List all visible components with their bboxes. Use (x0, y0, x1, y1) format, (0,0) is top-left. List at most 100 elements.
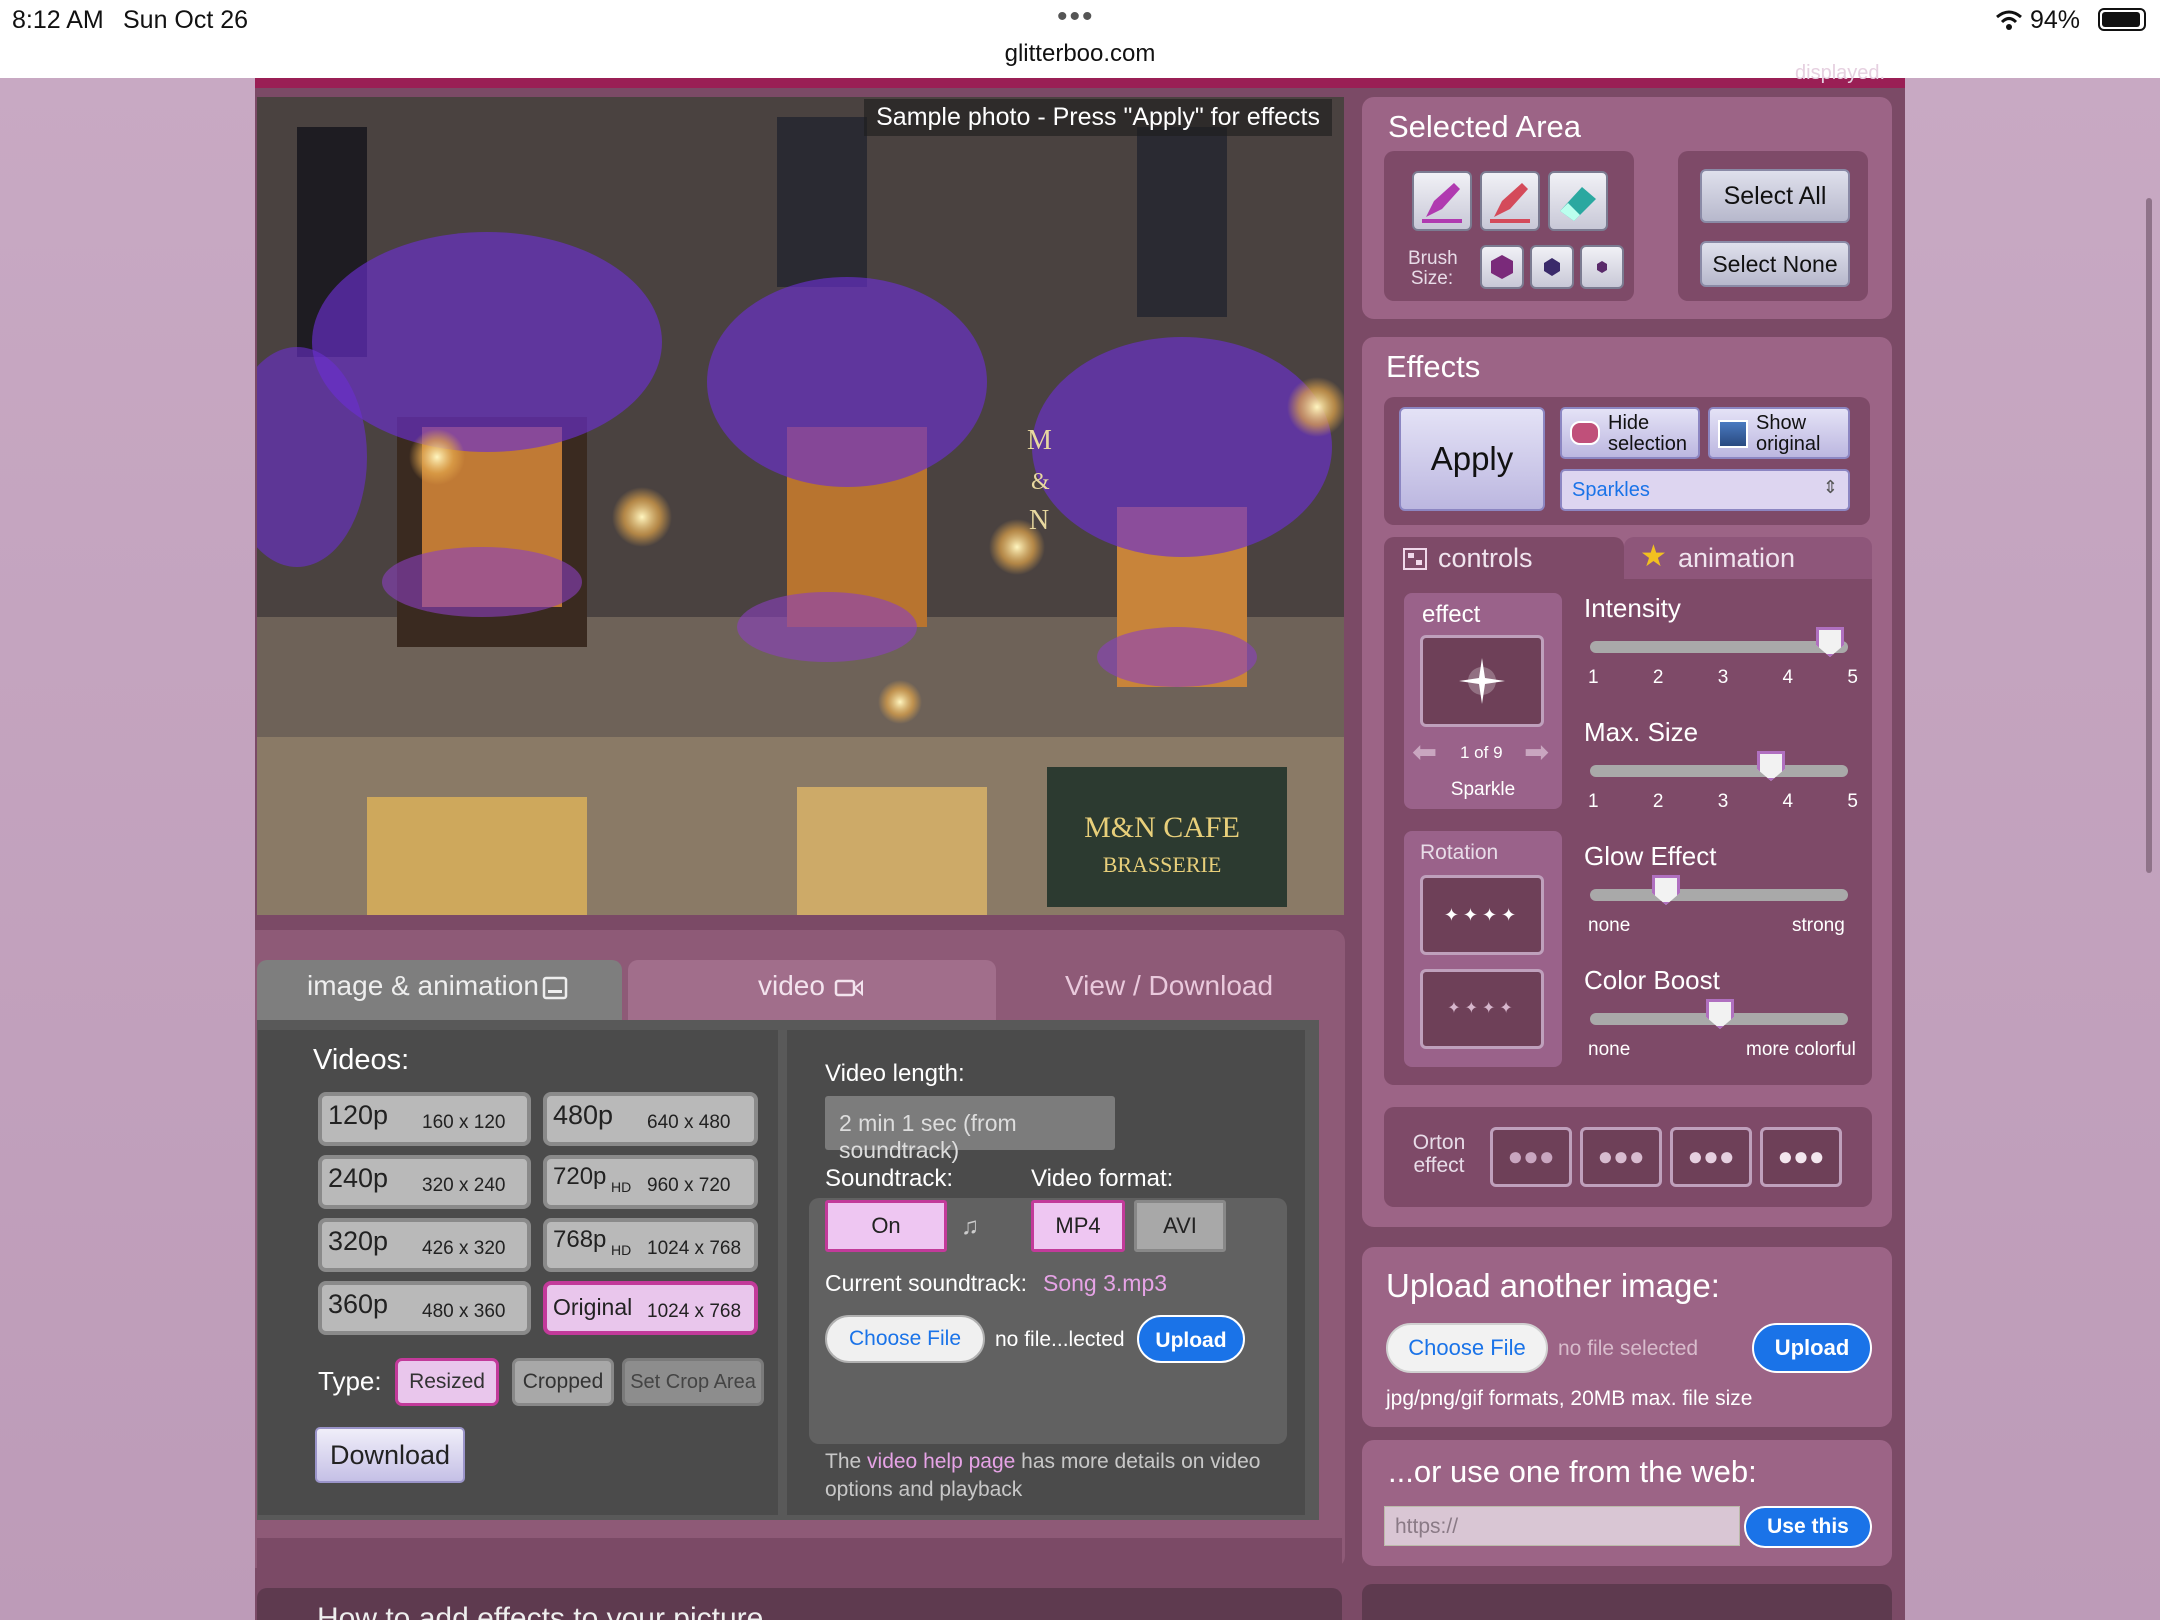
selected-area-title: Selected Area (1388, 109, 1582, 144)
photo-caption: Sample photo - Press "Apply" for effects (864, 99, 1332, 136)
web-panel: ...or use one from the web: https:// Use… (1362, 1440, 1892, 1566)
video-help-link[interactable]: video help page (867, 1450, 1015, 1473)
spacer (257, 1538, 1342, 1568)
rotation-option-2[interactable]: ✦✦✦✦ (1420, 969, 1544, 1049)
slider-glow-max: strong (1792, 915, 1845, 936)
bottom-right-section (1362, 1584, 1892, 1620)
show-original-label: Show original (1756, 412, 1821, 455)
effect-selector: effect ⬅ 1 of 9 ➡ Sparkle (1404, 593, 1562, 809)
tab-image-animation[interactable]: image & animation (257, 960, 622, 1020)
res-original-button[interactable]: Original 1024 x 768 (543, 1281, 758, 1335)
res-768p-button[interactable]: 768p HD 1024 x 768 (543, 1218, 758, 1272)
svg-text:M&N CAFE: M&N CAFE (1084, 811, 1240, 844)
brush-size-medium-icon[interactable] (1530, 245, 1574, 289)
orton-box: Orton effect ●●● ●●● ●●● ●●● (1384, 1107, 1872, 1207)
res-240p-button[interactable]: 240p 320 x 240 (318, 1155, 531, 1209)
brush-paint-purple-icon[interactable] (1412, 171, 1472, 231)
how-to-section: How to add effects to your picture (257, 1588, 1342, 1620)
slider-maxsize-ticks: 12345 (1588, 791, 1858, 812)
select-none-button[interactable]: Select None (1700, 241, 1850, 287)
format-mp4-button[interactable]: MP4 (1031, 1200, 1125, 1252)
res-480p-button[interactable]: 480p 640 x 480 (543, 1092, 758, 1146)
slider-colorboost-min: none (1588, 1039, 1631, 1060)
slider-maxsize-track[interactable] (1590, 765, 1848, 777)
web-title: ...or use one from the web: (1388, 1454, 1757, 1489)
brush-size-label: Brush Size: (1408, 248, 1458, 289)
brush-paint-red-icon[interactable] (1480, 171, 1540, 231)
eraser-icon[interactable] (1548, 171, 1608, 231)
res-360p-button[interactable]: 360p 480 x 360 (318, 1281, 531, 1335)
effect-dropdown[interactable]: Sparkles ⇕ (1560, 469, 1850, 511)
hide-selection-button[interactable]: Hide selection (1560, 407, 1700, 459)
type-cropped-button[interactable]: Cropped (512, 1358, 614, 1406)
upload-note: jpg/png/gif formats, 20MB max. file size (1386, 1387, 1753, 1410)
rotation-label: Rotation (1420, 841, 1499, 864)
video-camera-icon (834, 979, 863, 997)
controls-icon (1403, 548, 1427, 570)
battery-percent: 94% (2030, 6, 2081, 34)
next-effect-arrow-icon[interactable]: ➡ (1524, 735, 1549, 770)
more-dots-icon[interactable]: ••• (1057, 0, 1095, 34)
upload-button[interactable]: Upload (1752, 1323, 1872, 1373)
res-120p-button[interactable]: 120p 160 x 120 (318, 1092, 531, 1146)
top-cut-text: displayed. (1795, 62, 1886, 84)
brush-size-small-icon[interactable] (1580, 245, 1624, 289)
brush-size-large-icon[interactable] (1480, 245, 1524, 289)
use-this-button[interactable]: Use this (1744, 1506, 1872, 1548)
tab-video[interactable]: video (628, 960, 996, 1020)
web-url-input[interactable]: https:// (1384, 1506, 1740, 1546)
url-label[interactable]: glitterboo.com (1000, 40, 1160, 68)
res-720p-button[interactable]: 720p HD 960 x 720 (543, 1155, 758, 1209)
upload-no-file: no file selected (1558, 1337, 1699, 1360)
format-avi-button[interactable]: AVI (1134, 1200, 1226, 1252)
show-original-button[interactable]: Show original (1708, 407, 1850, 459)
orton-label: Orton effect (1412, 1131, 1466, 1177)
select-all-button[interactable]: Select All (1700, 169, 1850, 223)
set-crop-area-button[interactable]: Set Crop Area (622, 1358, 764, 1406)
soundtrack-on-button[interactable]: On (825, 1200, 947, 1252)
photo[interactable]: M&N CAFE BRASSERIE M & N Sample photo - … (257, 97, 1344, 915)
soundtrack-no-file: no file...lected (995, 1328, 1125, 1351)
selection-box: Select All Select None (1678, 151, 1868, 301)
tab-view-download[interactable]: View / Download (1000, 960, 1320, 1020)
orton-option-4[interactable]: ●●● (1760, 1127, 1842, 1187)
apply-box: Apply Hide selection Show original Spark… (1384, 397, 1870, 525)
effect-label: effect (1422, 601, 1481, 628)
effect-dropdown-value: Sparkles (1572, 479, 1650, 501)
orton-option-2[interactable]: ●●● (1580, 1127, 1662, 1187)
slider-intensity-track[interactable] (1590, 641, 1848, 653)
tab-controls[interactable]: controls (1384, 537, 1624, 579)
type-label: Type: (318, 1366, 382, 1396)
photo-image: M&N CAFE BRASSERIE M & N (257, 97, 1344, 915)
tab-animation[interactable]: ★ animation (1624, 537, 1872, 579)
upload-choose-file-button[interactable]: Choose File (1386, 1323, 1548, 1373)
apply-button[interactable]: Apply (1399, 407, 1545, 511)
soundtrack-choose-file-button[interactable]: Choose File (825, 1315, 985, 1363)
controls-box: effect ⬅ 1 of 9 ➡ Sparkle Rotation ✦✦✦✦ … (1384, 579, 1872, 1085)
music-note-icon[interactable]: ♫ (961, 1213, 979, 1241)
wifi-icon (1996, 10, 2022, 30)
download-button[interactable]: Download (315, 1427, 465, 1483)
slider-colorboost-max: more colorful (1746, 1039, 1856, 1060)
upload-title: Upload another image: (1386, 1267, 1720, 1304)
rotation-option-1[interactable]: ✦✦✦✦ (1420, 875, 1544, 955)
prev-effect-arrow-icon[interactable]: ⬅ (1412, 735, 1437, 770)
res-320p-button[interactable]: 320p 426 x 320 (318, 1218, 531, 1272)
orton-option-1[interactable]: ●●● (1490, 1127, 1572, 1187)
effect-preview[interactable] (1420, 635, 1544, 727)
slider-maxsize-label: Max. Size (1584, 717, 1699, 747)
tab-animation-label: animation (1678, 543, 1796, 573)
how-to-heading: How to add effects to your picture (317, 1602, 764, 1620)
current-soundtrack-label: Current soundtrack: (825, 1270, 1027, 1296)
orton-option-3[interactable]: ●●● (1670, 1127, 1752, 1187)
page-scrollbar[interactable] (2146, 198, 2152, 873)
slider-glow-min: none (1588, 915, 1631, 936)
show-original-icon (1718, 420, 1748, 448)
video-length-field: 2 min 1 sec (from soundtrack) (825, 1096, 1115, 1163)
soundtrack-upload-button[interactable]: Upload (1137, 1315, 1245, 1363)
slider-glow-track[interactable] (1590, 889, 1848, 901)
slider-intensity-label: Intensity (1584, 593, 1681, 623)
type-resized-button[interactable]: Resized (395, 1358, 499, 1406)
videos-box: Videos: 120p 160 x 120 480p 640 x 480 240p… (258, 1030, 778, 1515)
tab-view-label: View / Download (1065, 970, 1274, 1001)
